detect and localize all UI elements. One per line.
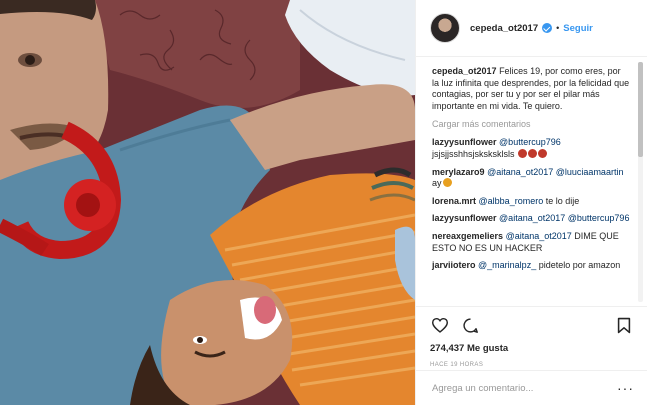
comment-mention[interactable]: @_marinalpz_	[478, 260, 536, 270]
comment-username[interactable]: jarviiotero	[432, 260, 476, 270]
bookmark-icon[interactable]	[614, 315, 634, 335]
comment-username[interactable]: nereaxgemeliers	[432, 231, 503, 241]
comment-username[interactable]: merylazaro9	[432, 167, 485, 177]
comments-scrollbar[interactable]	[638, 62, 643, 302]
chili-emoji-icon	[518, 148, 528, 158]
verified-badge-icon	[542, 23, 553, 33]
comment-mention[interactable]: @albba_romero	[479, 196, 544, 206]
post-header: cepeda_ot2017 • Seguir	[416, 0, 647, 57]
like-count[interactable]: 274,437 Me gusta	[430, 343, 634, 354]
instagram-post-view: cepeda_ot2017 • Seguir cepeda_ot2017 Fel…	[0, 0, 647, 405]
post-author-username[interactable]: cepeda_ot2017	[470, 23, 538, 34]
comment-text: ay	[432, 178, 442, 189]
comment-item: lorena.mrt @albba_romero te lo dije	[432, 196, 630, 208]
comment-mention[interactable]: @buttercup796	[568, 213, 630, 223]
chili-emoji-icon	[538, 148, 548, 158]
comment-item: nereaxgemeliers @aitana_ot2017 DIME QUE …	[432, 231, 630, 254]
chili-emoji-icon	[528, 148, 538, 158]
scrollbar-thumb[interactable]	[638, 62, 643, 157]
follow-button[interactable]: Seguir	[563, 23, 593, 34]
comment-text: jsjsjjsshhsjsksksklsls	[432, 148, 515, 159]
post-timestamp: HACE 19 HORAS	[430, 362, 484, 368]
comment-mention[interactable]: @aitana_ot2017	[506, 231, 572, 241]
post-photo[interactable]	[0, 0, 415, 405]
comment-username[interactable]: lorena.mrt	[432, 196, 476, 206]
heart-icon[interactable]	[430, 315, 450, 335]
comment-username[interactable]: lazyysunflower	[432, 213, 497, 223]
comment-mention[interactable]: @aitana_ot2017	[487, 167, 553, 177]
comment-username[interactable]: lazyysunflower	[432, 137, 497, 147]
comment-item: merylazaro9 @aitana_ot2017 @luuciaamaart…	[432, 167, 630, 190]
comment-item: lazyysunflower @aitana_ot2017 @buttercup…	[432, 213, 630, 225]
comment-mention[interactable]: @aitana_ot2017	[499, 213, 565, 223]
avatar[interactable]	[430, 13, 460, 43]
comment-item: lazyysunflower @buttercup796 jsjsjjsshhs…	[432, 137, 630, 160]
more-options-icon[interactable]: ···	[617, 381, 634, 395]
comment-mention[interactable]: @luuciaamaartin	[556, 167, 624, 177]
comments-list[interactable]: cepeda_ot2017 Felices 19, por como eres,…	[416, 58, 647, 306]
comment-icon[interactable]	[460, 315, 480, 335]
comment-text: te lo dije	[545, 195, 580, 206]
add-comment-bar: ···	[416, 370, 647, 405]
post-actions: 274,437 Me gusta HACE 19 HORAS	[416, 306, 647, 368]
comment-input[interactable]	[432, 382, 617, 394]
separator-dot: •	[556, 23, 560, 33]
comment-item: jarviiotero @_marinalpz_ pidetelo por am…	[432, 260, 630, 272]
post-caption: cepeda_ot2017 Felices 19, por como eres,…	[432, 66, 630, 112]
comment-mention[interactable]: @buttercup796	[499, 137, 561, 147]
grin-face-emoji-icon	[442, 178, 452, 188]
post-photo-illustration	[0, 0, 415, 405]
caption-username[interactable]: cepeda_ot2017	[432, 66, 497, 76]
post-sidebar: cepeda_ot2017 • Seguir cepeda_ot2017 Fel…	[415, 0, 647, 405]
comment-text: pidetelo por amazon	[538, 260, 621, 271]
load-more-comments-button[interactable]: Cargar más comentarios	[432, 119, 630, 129]
action-icons-row	[430, 315, 634, 335]
